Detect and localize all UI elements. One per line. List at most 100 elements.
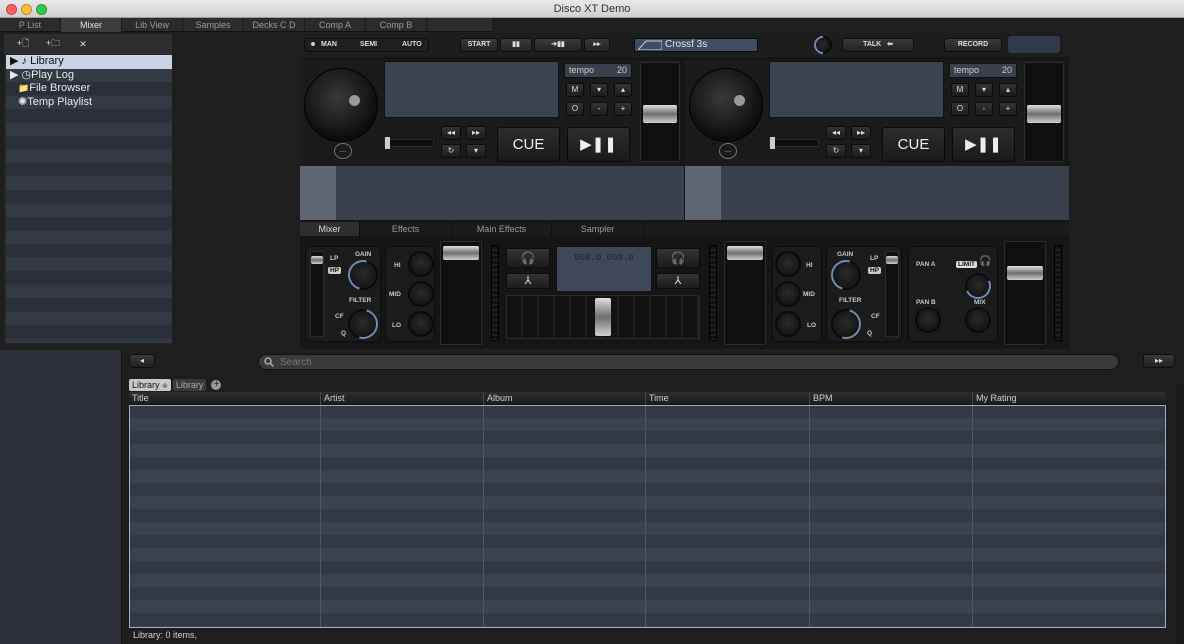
deck-a-m-button[interactable]: M: [566, 83, 584, 97]
pause-button[interactable]: ▮▮: [500, 38, 532, 52]
channel-a-filter-fader[interactable]: [310, 251, 324, 337]
tab-lib-view[interactable]: Lib View: [122, 18, 183, 32]
search-input[interactable]: [280, 356, 1118, 368]
deck-a-pitch-slider[interactable]: [384, 137, 434, 149]
cue-b-headphones-button[interactable]: 🎧: [656, 248, 700, 268]
tab-p-list[interactable]: P List: [0, 18, 61, 32]
tree-item-library[interactable]: ▶ ♪ Library: [6, 55, 172, 69]
tree-item-file-browser[interactable]: 📁File Browser: [6, 82, 172, 96]
auto-mode-button[interactable]: AUTO: [402, 39, 422, 51]
tab-comp-b[interactable]: Comp B: [366, 18, 427, 32]
deck-b-loop-icon[interactable]: ↻: [826, 144, 846, 158]
master-fader[interactable]: [1004, 241, 1046, 345]
tab-sampler[interactable]: Sampler: [552, 222, 644, 236]
channel-a-line-fader-knob[interactable]: [443, 246, 479, 260]
tab-decks-c-d[interactable]: Decks C D: [244, 18, 305, 32]
deck-a-pitch-thumb[interactable]: [385, 137, 390, 149]
channel-b-filter-fader[interactable]: [885, 251, 899, 337]
channel-a-mid-knob[interactable]: [408, 281, 434, 307]
library-tab-active[interactable]: Library ⊗: [129, 378, 171, 391]
deck-b-volume-fader[interactable]: [1024, 62, 1064, 162]
deck-b-eject-icon[interactable]: ▾: [851, 144, 871, 158]
deck-b-waveform[interactable]: [685, 166, 1069, 220]
channel-b-hi-knob[interactable]: [775, 251, 801, 277]
deck-a-o-button[interactable]: O: [566, 102, 584, 116]
crossfader[interactable]: [506, 295, 700, 339]
limit-toggle[interactable]: LIMIT: [956, 261, 977, 268]
deck-a-down-button[interactable]: ▾: [590, 83, 608, 97]
deck-b-rewind-button[interactable]: ◂◂: [826, 126, 846, 140]
search-box[interactable]: [258, 354, 1119, 370]
deck-b-forward-button[interactable]: ▸▸: [851, 126, 871, 140]
deck-a-loop-icon[interactable]: ↻: [441, 144, 461, 158]
deck-a-up-button[interactable]: ▴: [614, 83, 632, 97]
expand-right-button[interactable]: ▸▸: [1143, 354, 1175, 368]
tab-mixer-panel[interactable]: Mixer: [300, 222, 360, 236]
deck-a-volume-fader-knob[interactable]: [643, 105, 677, 123]
channel-b-line-fader[interactable]: [724, 241, 766, 345]
channel-a-hi-knob[interactable]: [408, 251, 434, 277]
hp-toggle[interactable]: HP: [868, 267, 882, 274]
deck-b-pitch-slider[interactable]: [769, 137, 819, 149]
channel-a-filter-fader-knob[interactable]: [311, 256, 323, 264]
deck-b-tempo-box[interactable]: tempo 20: [949, 63, 1017, 78]
master-headphones-icon[interactable]: 🎧: [979, 256, 991, 267]
expand-arrow-icon[interactable]: ▶: [10, 69, 18, 81]
new-folder-button[interactable]: +🗀: [42, 36, 64, 52]
crossfade-display[interactable]: Crossf 3s: [634, 38, 758, 52]
zoom-window-button[interactable]: [36, 4, 47, 15]
fast-forward-button[interactable]: ▸▸: [584, 38, 610, 52]
column-title[interactable]: Title: [129, 392, 320, 405]
add-tab-button[interactable]: +: [211, 379, 222, 390]
deck-b-up-button[interactable]: ▴: [999, 83, 1017, 97]
deck-a-rewind-button[interactable]: ◂◂: [441, 126, 461, 140]
cue-a-headphones-button[interactable]: 🎧: [506, 248, 550, 268]
deck-a-jog-wheel[interactable]: [304, 68, 378, 142]
pan-b-knob[interactable]: [915, 307, 941, 333]
crossfader-knob[interactable]: [595, 298, 611, 336]
library-tab[interactable]: Library: [172, 378, 207, 391]
deck-b-m-button[interactable]: M: [951, 83, 969, 97]
deck-b-jog-wheel[interactable]: [689, 68, 763, 142]
tab-samples[interactable]: Samples: [183, 18, 244, 32]
channel-b-mid-knob[interactable]: [775, 281, 801, 307]
tab-comp-a[interactable]: Comp A: [305, 18, 366, 32]
semi-mode-button[interactable]: SEMI: [360, 39, 377, 51]
deck-a-eject-icon[interactable]: ▾: [466, 144, 486, 158]
close-tab-icon[interactable]: ⊗: [162, 383, 168, 390]
skip-next-button[interactable]: ➔▮▮: [534, 38, 582, 52]
master-level-knob[interactable]: [965, 307, 991, 333]
channel-b-filter-fader-knob[interactable]: [886, 256, 898, 264]
channel-b-lo-knob[interactable]: [775, 311, 801, 337]
deck-a-minus-button[interactable]: -: [590, 102, 608, 116]
deck-a-cue-button[interactable]: CUE: [497, 127, 560, 162]
deck-b-volume-fader-knob[interactable]: [1027, 105, 1061, 123]
crossfader-curve-b-icon[interactable]: ⅄: [656, 273, 700, 289]
deck-b-play-pause-button[interactable]: ▶❚❚: [952, 127, 1015, 162]
deck-b-minus-button[interactable]: -: [975, 102, 993, 116]
man-mode-button[interactable]: MAN: [321, 39, 337, 51]
deck-a-plus-button[interactable]: +: [614, 102, 632, 116]
channel-b-line-fader-knob[interactable]: [727, 246, 763, 260]
deck-b-cue-button[interactable]: CUE: [882, 127, 945, 162]
deck-b-more-button[interactable]: ...: [719, 143, 737, 159]
minimize-window-button[interactable]: [21, 4, 32, 15]
collapse-left-button[interactable]: ◂: [129, 354, 155, 368]
close-window-button[interactable]: [6, 4, 17, 15]
deck-a-waveform[interactable]: [300, 166, 684, 220]
tab-main-effects[interactable]: Main Effects: [452, 222, 552, 236]
deck-a-play-pause-button[interactable]: ▶❚❚: [567, 127, 630, 162]
start-button[interactable]: START: [460, 38, 498, 52]
talk-button[interactable]: TALK ⬅: [842, 38, 914, 52]
deck-b-plus-button[interactable]: +: [999, 102, 1017, 116]
deck-b-down-button[interactable]: ▾: [975, 83, 993, 97]
master-fader-knob[interactable]: [1007, 266, 1043, 280]
channel-a-lo-knob[interactable]: [408, 311, 434, 337]
hp-toggle[interactable]: HP: [328, 267, 342, 274]
column-time[interactable]: Time: [645, 392, 809, 405]
column-artist[interactable]: Artist: [320, 392, 483, 405]
tab-effects[interactable]: Effects: [360, 222, 452, 236]
tab-mixer[interactable]: Mixer: [61, 18, 122, 32]
deck-a-forward-button[interactable]: ▸▸: [466, 126, 486, 140]
deck-a-volume-fader[interactable]: [640, 62, 680, 162]
